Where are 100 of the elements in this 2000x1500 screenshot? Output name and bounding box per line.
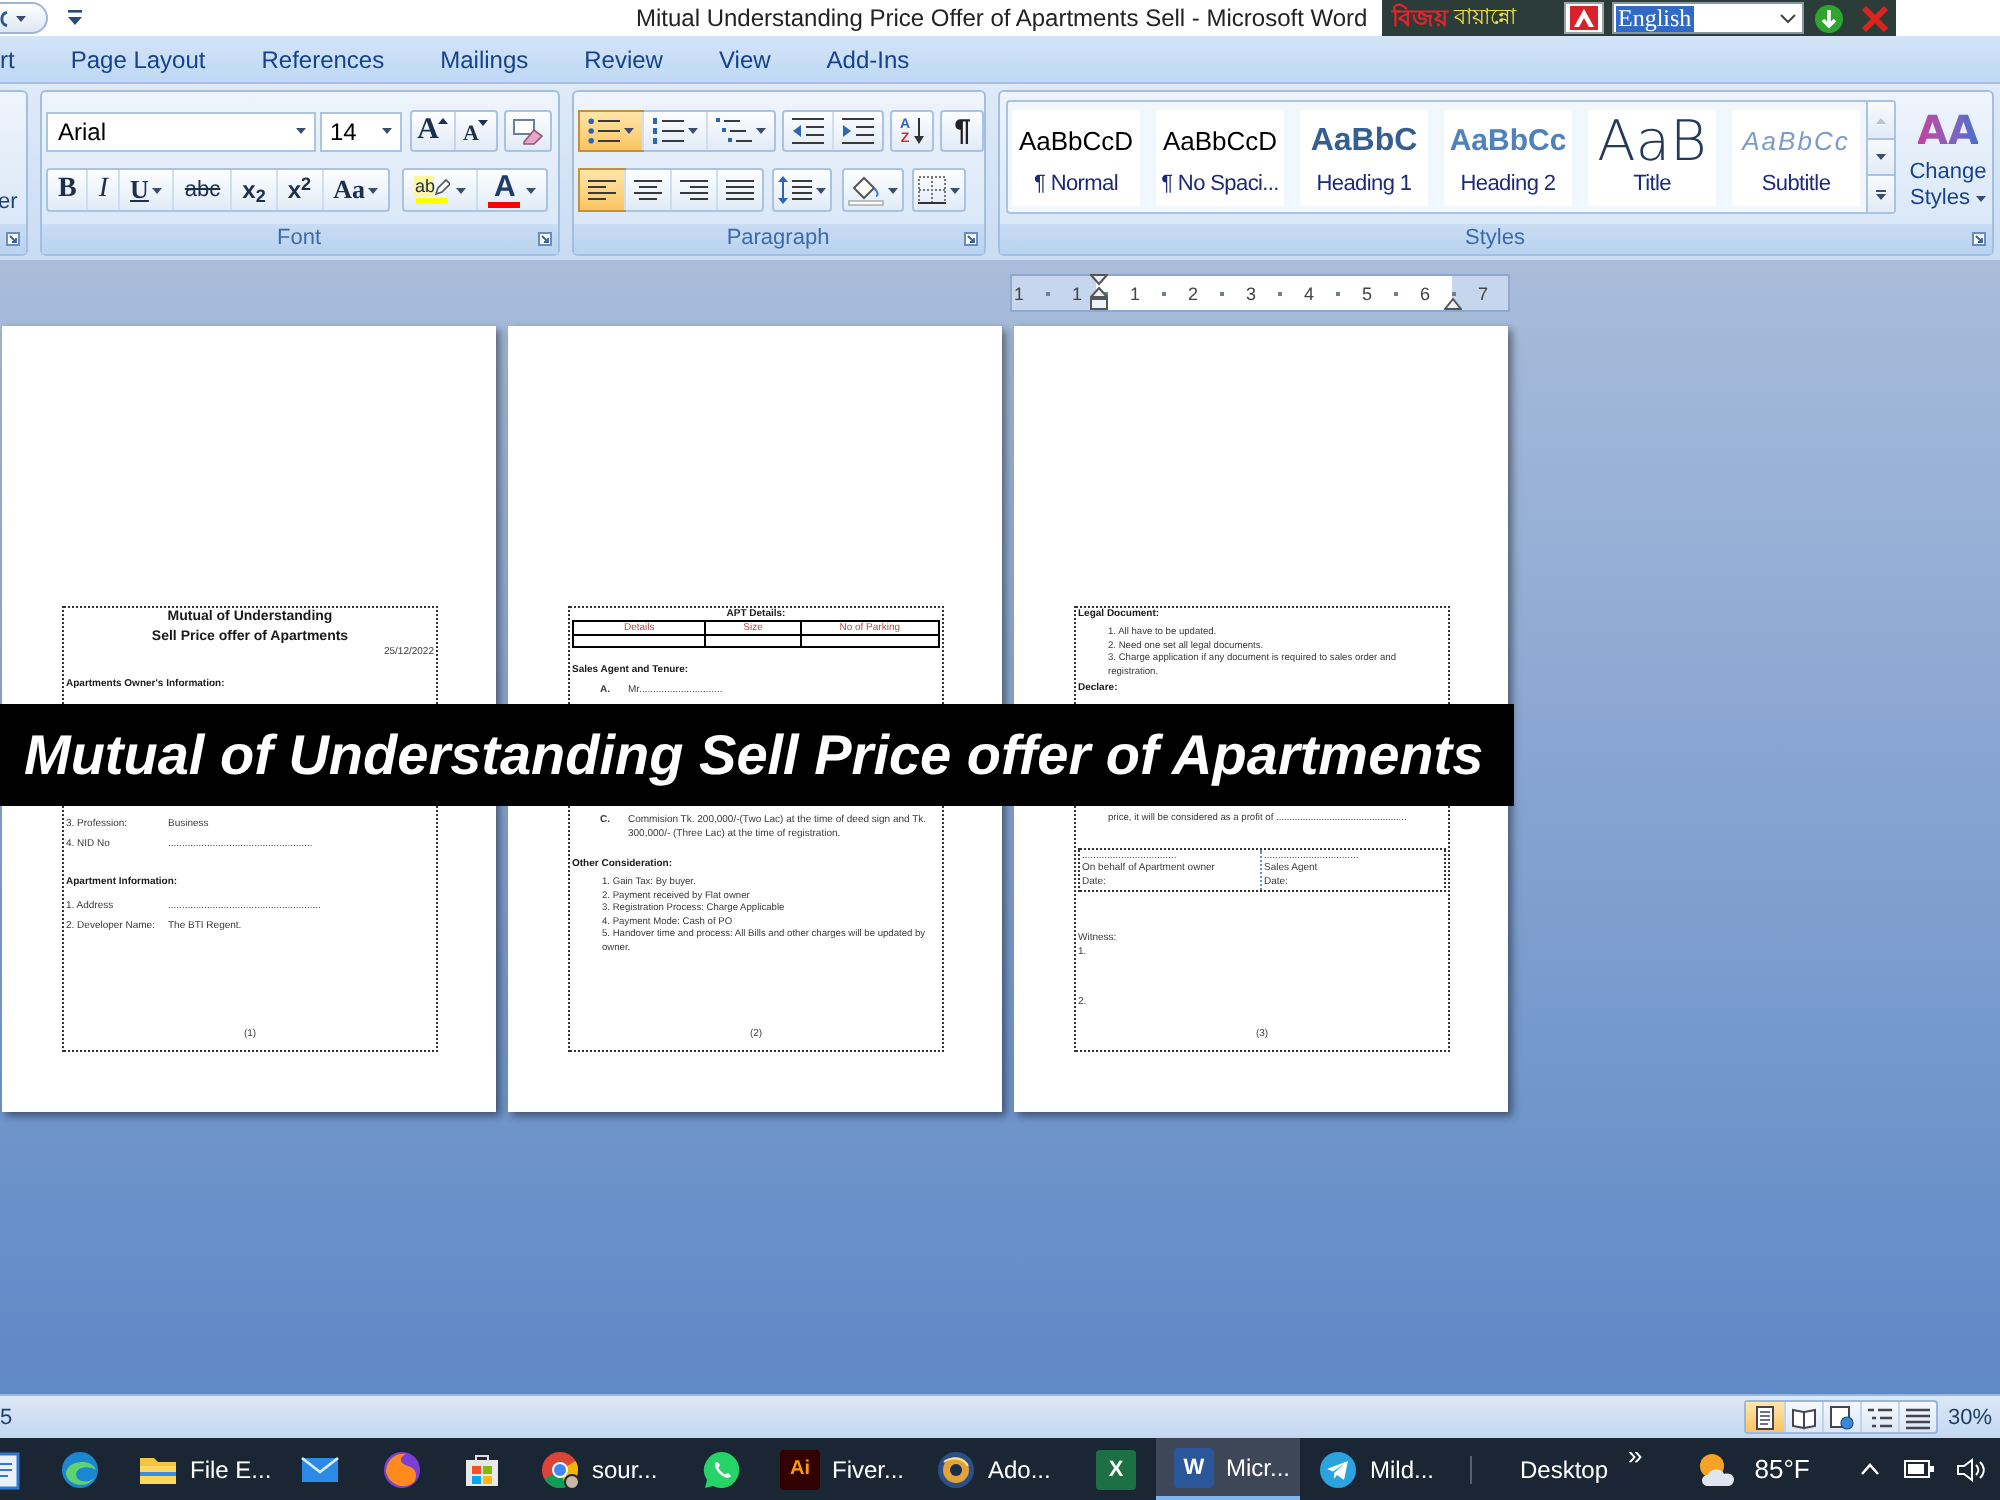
view-button[interactable] — [1859, 1402, 1898, 1432]
indent-marker-icon[interactable] — [1090, 274, 1108, 312]
bold-button[interactable]: B — [48, 170, 87, 210]
paper-plane-circle-icon — [1318, 1449, 1358, 1489]
ribbon-tab[interactable]: rt — [0, 37, 31, 81]
caret-icon — [1876, 154, 1886, 160]
style-name: Heading 2 — [1460, 172, 1556, 198]
disc-icon — [936, 1449, 976, 1489]
style-preview-text: AaBbCcD — [1018, 124, 1134, 160]
ruler-number: 3 — [1246, 283, 1256, 303]
down-arrow-circle-icon[interactable] — [1814, 3, 1844, 33]
style-tile[interactable]: AaBbCc Subtitle — [1732, 110, 1860, 206]
language-dropdown[interactable]: English — [1612, 2, 1804, 34]
chevron-up-icon[interactable] — [1859, 1462, 1880, 1476]
taskbar-button[interactable]: Ado... — [918, 1438, 1076, 1500]
down-arrow-icon — [914, 118, 925, 144]
grow-font-button[interactable]: A — [412, 112, 454, 150]
lines-icon — [1905, 1405, 1930, 1429]
taskbar-button[interactable]: Ai Fiver... — [762, 1438, 918, 1500]
caret-icon — [382, 128, 392, 134]
zoom-button[interactable]: 30% — [1947, 1405, 1992, 1429]
overflow-button[interactable]: » — [1628, 1442, 1643, 1468]
ruler-number: 7 — [1478, 283, 1488, 303]
show-formatting-button[interactable]: ¶ — [942, 112, 983, 150]
expand-menu-icon — [1876, 189, 1886, 199]
letter-tile-icon: Ai — [780, 1449, 820, 1489]
view-button[interactable] — [1745, 1402, 1784, 1432]
ribbon-tab[interactable]: View — [702, 37, 787, 81]
italic-button[interactable]: I — [86, 170, 119, 210]
style-name: Subtitle — [1761, 172, 1831, 198]
bullets-button[interactable] — [580, 112, 642, 150]
page-icon — [1752, 1405, 1777, 1429]
ribbon-tab[interactable]: Add-Ins — [810, 37, 926, 81]
ribbon-tab[interactable]: Review — [568, 37, 679, 81]
style-tile[interactable]: AaBbCcD ¶ Normal — [1012, 110, 1140, 206]
caret-icon — [16, 15, 26, 21]
status-text: 5 — [0, 1405, 13, 1429]
desktop-toolbar-button[interactable]: Desktop — [1520, 1455, 1609, 1483]
dialog-launcher-icon[interactable] — [964, 232, 978, 246]
eraser-icon — [512, 117, 544, 145]
indent-marker-icon[interactable] — [1444, 298, 1462, 310]
style-preview-text: AaBbC — [1310, 122, 1418, 162]
ribbon-tab[interactable]: References — [245, 37, 401, 81]
group-caption: Styles — [1463, 226, 1527, 252]
caret-down-icon — [478, 120, 489, 126]
ruler-number: 2 — [1188, 283, 1198, 303]
strikethrough-button[interactable]: abc — [172, 170, 231, 210]
ruler-number: 5 — [1362, 283, 1372, 303]
underline-button[interactable]: U — [118, 170, 173, 210]
shopping-bag-icon — [462, 1449, 502, 1489]
view-button[interactable] — [1783, 1402, 1822, 1432]
quick-access-button[interactable] — [0, 2, 48, 34]
chevron-tile-icon[interactable] — [1564, 2, 1604, 34]
weather-button[interactable]: 85°F — [1694, 1449, 1810, 1489]
align-center-icon — [634, 179, 662, 201]
scroll-down-button[interactable] — [1868, 138, 1894, 174]
superscript-button[interactable]: x$^{2}$ — [275, 170, 322, 210]
font-name-field[interactable]: Arial — [46, 111, 316, 151]
line-spacing-icon — [778, 176, 812, 204]
outline-list-icon — [1867, 1405, 1892, 1429]
highlight-button[interactable]: ab — [404, 170, 477, 210]
battery-icon[interactable] — [1903, 1458, 1936, 1480]
ribbon-tab[interactable]: Mailings — [424, 37, 545, 81]
ribbon-tab[interactable]: Page Layout — [54, 37, 222, 81]
font-size-field[interactable]: 14 — [320, 111, 402, 151]
taskbar-button[interactable]: sour... — [522, 1438, 682, 1500]
shrink-font-button[interactable]: A — [454, 112, 496, 150]
style-tile[interactable]: AaBbCc Heading 2 — [1444, 110, 1572, 206]
font-color-button[interactable]: A — [476, 170, 547, 210]
taskbar-button[interactable]: File E... — [120, 1438, 280, 1500]
change-case-button[interactable]: Aa — [321, 170, 389, 210]
more-styles-button[interactable] — [1868, 174, 1894, 212]
chevron-down-icon — [1780, 13, 1796, 23]
style-tile[interactable]: AaBbC Heading 1 — [1300, 110, 1428, 206]
style-preview-text: AaBbCc — [1449, 122, 1567, 162]
subscript-button[interactable]: x$_{2}$ — [230, 170, 276, 210]
dialog-launcher-icon[interactable] — [6, 232, 20, 246]
style-tile[interactable]: AaBbCcD ¶ No Spaci... — [1156, 110, 1284, 206]
style-preview-text: AaBbCc — [1742, 124, 1850, 160]
view-button[interactable] — [1821, 1402, 1860, 1432]
letter-tile-icon: X — [1096, 1449, 1136, 1489]
style-preview-text: AaB — [1597, 120, 1707, 164]
toolbar-logo: বিজয় — [1392, 2, 1448, 34]
view-button[interactable] — [1897, 1402, 1936, 1432]
dialog-launcher-icon[interactable] — [538, 232, 552, 246]
align-left-button[interactable] — [580, 170, 624, 210]
multilevel-list-icon — [716, 118, 752, 144]
ruler-number: 4 — [1304, 283, 1314, 303]
taskbar-button[interactable]: X — [1076, 1438, 1156, 1500]
speaker-icon[interactable] — [1955, 1457, 1986, 1481]
dialog-launcher-icon[interactable] — [1972, 232, 1986, 246]
style-name: ¶ Normal — [1033, 172, 1118, 198]
taskbar-button[interactable]: Mild... — [1300, 1438, 1470, 1500]
banner-text: Mutual of Understanding Sell Price offer of Apartments — [24, 723, 1484, 787]
change-styles-button[interactable]: AA Change Styles — [1904, 100, 1992, 216]
bullet-list-icon — [588, 118, 620, 144]
clear-formatting-button[interactable] — [504, 110, 552, 152]
style-tile[interactable]: AaB Title — [1588, 110, 1716, 206]
customize-menu-icon[interactable] — [68, 10, 82, 26]
taskbar-button[interactable]: W Micr... — [1156, 1438, 1300, 1500]
